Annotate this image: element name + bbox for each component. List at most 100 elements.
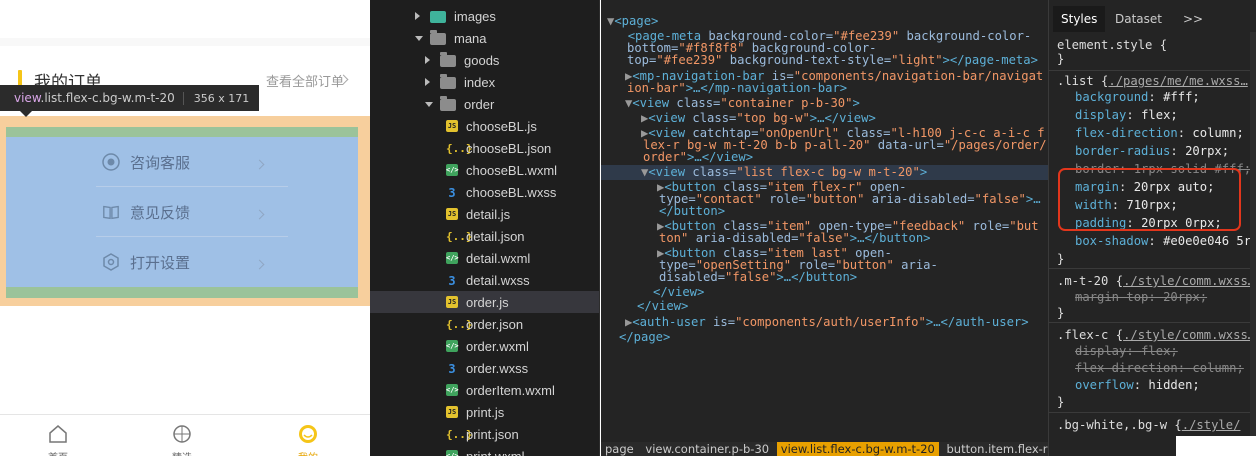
breadcrumb-item[interactable]: button.item.flex-r: [943, 442, 1049, 456]
style-prop-display[interactable]: display: flex;: [1057, 106, 1178, 124]
home-icon: [47, 423, 69, 445]
tree-item-print-js[interactable]: JS print.js: [370, 401, 599, 423]
style-prop-overridden[interactable]: flex-direction: column;: [1057, 359, 1244, 377]
divider: [1049, 412, 1256, 413]
tree-item-label: print.wxml: [466, 448, 525, 456]
tree-item-label: index: [464, 74, 496, 90]
wxml-file-icon: </>: [446, 340, 459, 352]
tree-item-images[interactable]: images: [370, 5, 599, 27]
dom-node-cont: order">…</view>: [643, 150, 754, 164]
book-icon: [102, 203, 120, 221]
divider: [1049, 322, 1256, 323]
tree-item-detail-wxss[interactable]: 3 detail.wxss: [370, 269, 599, 291]
dom-node[interactable]: </page>: [601, 330, 1048, 345]
chevron-right-icon: [254, 203, 265, 222]
menu-item-contact[interactable]: 咨询客服: [6, 137, 358, 187]
tree-item-print-wxml[interactable]: </> print.wxml: [370, 445, 599, 456]
dom-node[interactable]: ▶<auth-user is="components/auth/userInfo…: [601, 315, 1048, 330]
dom-node[interactable]: ▼<view class="container p-b-30">: [601, 96, 1048, 111]
tree-item-order-js[interactable]: JS order.js: [370, 291, 599, 313]
caret-right-icon[interactable]: [425, 78, 430, 86]
wxml-file-icon: </>: [446, 450, 459, 456]
section-separator: [0, 38, 370, 46]
breadcrumb: page view.container.p-b-30 view.list.fle…: [601, 442, 1048, 456]
tree-item-goods[interactable]: goods: [370, 49, 599, 71]
view-all-orders-link[interactable]: 查看全部订单: [266, 71, 344, 90]
tree-item-label: order.wxss: [466, 360, 529, 376]
profile-icon: [297, 423, 319, 445]
menu-label: 咨询客服: [130, 153, 191, 172]
folder-icon: [440, 96, 456, 111]
tree-item-label: order.json: [466, 316, 524, 332]
tab-home[interactable]: 首页: [28, 423, 88, 456]
js-file-icon: JS: [446, 120, 458, 132]
tree-item-detail-json[interactable]: {..} detail.json: [370, 225, 599, 247]
file-tree: images mana goods index order JS chooseBL.js {.…: [370, 0, 600, 456]
tooltip-arrow: [20, 111, 32, 117]
chevron-right-icon: [254, 153, 265, 172]
tree-item-detail-js[interactable]: JS detail.js: [370, 203, 599, 225]
tree-item-label: order: [464, 96, 495, 112]
style-prop-box-shadow[interactable]: box-shadow: #e0e0e046 5rp: [1057, 232, 1256, 250]
js-file-icon: JS: [446, 296, 458, 308]
style-prop-flex-direction[interactable]: flex-direction: column;: [1057, 124, 1244, 142]
tree-item-choosebl-json[interactable]: {..} chooseBL.json: [370, 137, 599, 159]
dom-node[interactable]: ▶<view class="top bg-w">…</view>: [601, 111, 1048, 126]
tree-item-order-wxml[interactable]: </> order.wxml: [370, 335, 599, 357]
dom-node-selected[interactable]: ▼<view class="list flex-c bg-w m-t-20">: [601, 165, 1048, 180]
element-style-rule[interactable]: element.style {: [1057, 36, 1167, 54]
style-prop-border-radius[interactable]: border-radius: 20rpx;: [1057, 142, 1229, 160]
tree-item-order-wxss[interactable]: 3 order.wxss: [370, 357, 599, 379]
wxss-file-icon: 3: [448, 186, 456, 200]
rule-close: }: [1057, 306, 1065, 320]
featured-icon: [171, 423, 193, 445]
wxml-file-icon: </>: [446, 384, 459, 396]
style-prop[interactable]: overflow: hidden;: [1057, 376, 1200, 394]
tree-item-label: print.json: [466, 426, 519, 442]
tab-profile[interactable]: 我的: [278, 423, 338, 456]
breadcrumb-item[interactable]: page: [601, 442, 638, 456]
style-prop-overridden[interactable]: margin-top: 20rpx;: [1057, 288, 1207, 306]
tree-item-print-json[interactable]: {..} print.json: [370, 423, 599, 445]
tree-item-order[interactable]: order: [370, 93, 599, 115]
tab-label: 精选: [152, 449, 212, 456]
tree-item-orderitem-wxml[interactable]: </> orderItem.wxml: [370, 379, 599, 401]
tab-more[interactable]: >>: [1175, 6, 1211, 32]
rule-selector-bg[interactable]: .bg-white,.bg-w {./style/: [1057, 416, 1240, 434]
chevron-right-icon: [254, 253, 265, 272]
caret-right-icon[interactable]: [415, 12, 420, 20]
breadcrumb-item[interactable]: view.container.p-b-30: [641, 442, 773, 456]
tree-item-index[interactable]: index: [370, 71, 599, 93]
menu-item-settings[interactable]: 打开设置: [6, 237, 358, 287]
tree-item-choosebl-wxss[interactable]: 3 chooseBL.wxss: [370, 181, 599, 203]
caret-down-icon[interactable]: [415, 36, 423, 41]
overlay-patch: [1176, 436, 1256, 456]
dom-node[interactable]: </view>: [601, 299, 1048, 314]
json-file-icon: {..}: [446, 428, 473, 441]
annotation-highlight-box: [1058, 168, 1241, 231]
tree-item-choosebl-wxml[interactable]: </> chooseBL.wxml: [370, 159, 599, 181]
breadcrumb-item-active[interactable]: view.list.flex-c.bg-w.m-t-20: [776, 442, 939, 456]
style-prop-background[interactable]: background: #fff;: [1057, 88, 1200, 106]
dom-node[interactable]: ▼<page>: [601, 14, 1048, 29]
divider: [1049, 268, 1256, 269]
tree-item-detail-wxml[interactable]: </> detail.wxml: [370, 247, 599, 269]
caret-right-icon[interactable]: [425, 56, 430, 64]
tree-item-choosebl-js[interactable]: JS chooseBL.js: [370, 115, 599, 137]
style-prop-overridden[interactable]: display: flex;: [1057, 342, 1178, 360]
tree-item-order-json[interactable]: {..} order.json: [370, 313, 599, 335]
tree-item-label: print.js: [466, 404, 505, 420]
caret-down-icon[interactable]: [425, 102, 433, 107]
tree-item-label: order.wxml: [466, 338, 529, 354]
tree-item-label: images: [454, 8, 496, 24]
divider: [1049, 70, 1256, 71]
styles-scrollbar[interactable]: [1250, 32, 1256, 452]
menu-item-feedback[interactable]: 意见反馈: [6, 187, 358, 237]
tab-featured[interactable]: 精选: [152, 423, 212, 456]
tab-dataset[interactable]: Dataset: [1107, 6, 1170, 32]
menu-label: 意见反馈: [130, 203, 191, 222]
tab-styles[interactable]: Styles: [1053, 6, 1106, 32]
dom-node[interactable]: </view>: [601, 285, 1048, 300]
tree-item-mana[interactable]: mana: [370, 27, 599, 49]
tooltip-selector: view.list.flex-c.bg-w.m-t-20: [14, 91, 175, 105]
